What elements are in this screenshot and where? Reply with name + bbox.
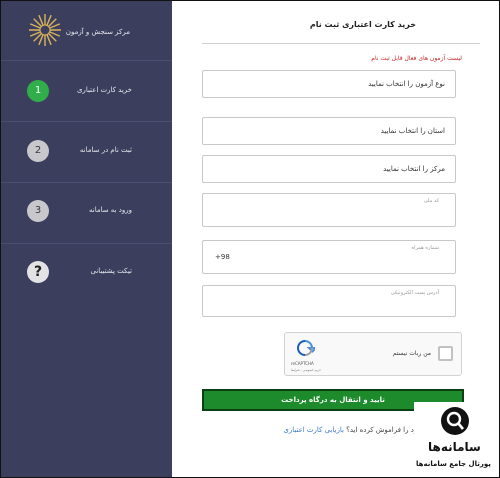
screenshot-frame bbox=[0, 0, 500, 478]
